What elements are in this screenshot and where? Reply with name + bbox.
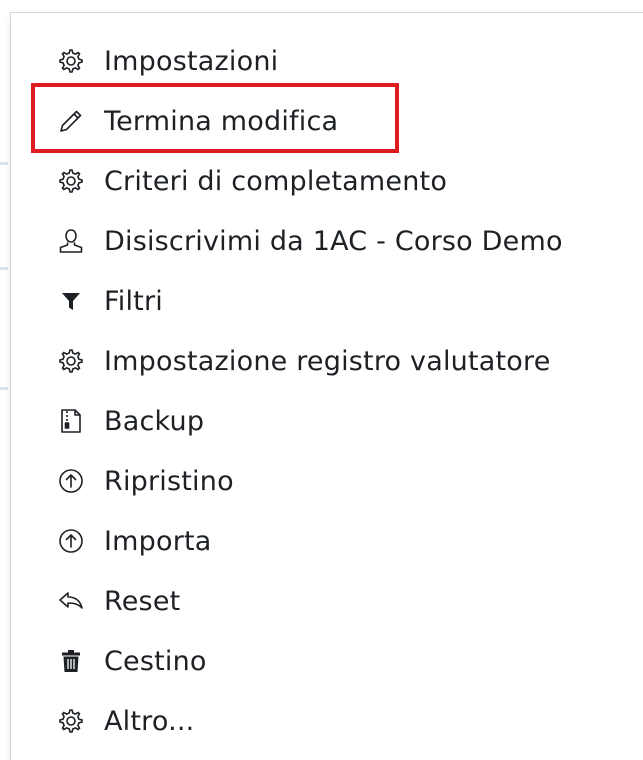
menu-item-label: Criteri di completamento: [104, 165, 448, 197]
menu-item-label: Cestino: [104, 645, 207, 677]
menu-item-disiscrivimi[interactable]: Disiscrivimi da 1AC - Corso Demo: [56, 215, 563, 267]
menu-item-label: Reset: [104, 585, 181, 617]
menu-item-filtri[interactable]: Filtri: [56, 275, 163, 327]
menu-item-altro[interactable]: Altro...: [56, 695, 194, 747]
menu-item-label: Altro...: [104, 705, 195, 737]
course-actions-menu: Impostazioni Termina modifica Criteri di…: [10, 12, 643, 760]
menu-item-label: Filtri: [104, 285, 163, 317]
menu-item-ripristino[interactable]: Ripristino: [56, 455, 234, 507]
background-edge-mark: [0, 387, 8, 390]
user-icon: [56, 226, 86, 256]
menu-item-impostazioni[interactable]: Impostazioni: [56, 35, 278, 87]
menu-item-cestino[interactable]: Cestino: [56, 635, 207, 687]
menu-item-label: Impostazione registro valutatore: [104, 345, 551, 377]
gear-icon: [56, 166, 86, 196]
menu-item-backup[interactable]: Backup: [56, 395, 204, 447]
menu-item-label: Backup: [104, 405, 205, 437]
background-edge-mark: [0, 162, 8, 165]
background-edge-mark: [0, 267, 8, 270]
menu-item-label: Disiscrivimi da 1AC - Corso Demo: [104, 225, 563, 257]
filter-icon: [56, 286, 86, 316]
menu-item-reset[interactable]: Reset: [56, 575, 180, 627]
gear-icon: [56, 346, 86, 376]
menu-item-importa[interactable]: Importa: [56, 515, 212, 567]
menu-item-label: Importa: [104, 525, 212, 557]
reply-arrow-icon: [56, 586, 86, 616]
trash-icon: [56, 646, 86, 676]
menu-item-label: Ripristino: [104, 465, 234, 497]
menu-item-impostazione-registro-valutatore[interactable]: Impostazione registro valutatore: [56, 335, 551, 387]
gear-icon: [56, 706, 86, 736]
arrow-up-circle-icon: [56, 466, 86, 496]
gear-icon: [56, 46, 86, 76]
highlight-box: [31, 83, 399, 153]
menu-item-label: Impostazioni: [104, 45, 279, 77]
menu-item-criteri-di-completamento[interactable]: Criteri di completamento: [56, 155, 447, 207]
file-archive-icon: [56, 406, 86, 436]
arrow-up-circle-icon: [56, 526, 86, 556]
